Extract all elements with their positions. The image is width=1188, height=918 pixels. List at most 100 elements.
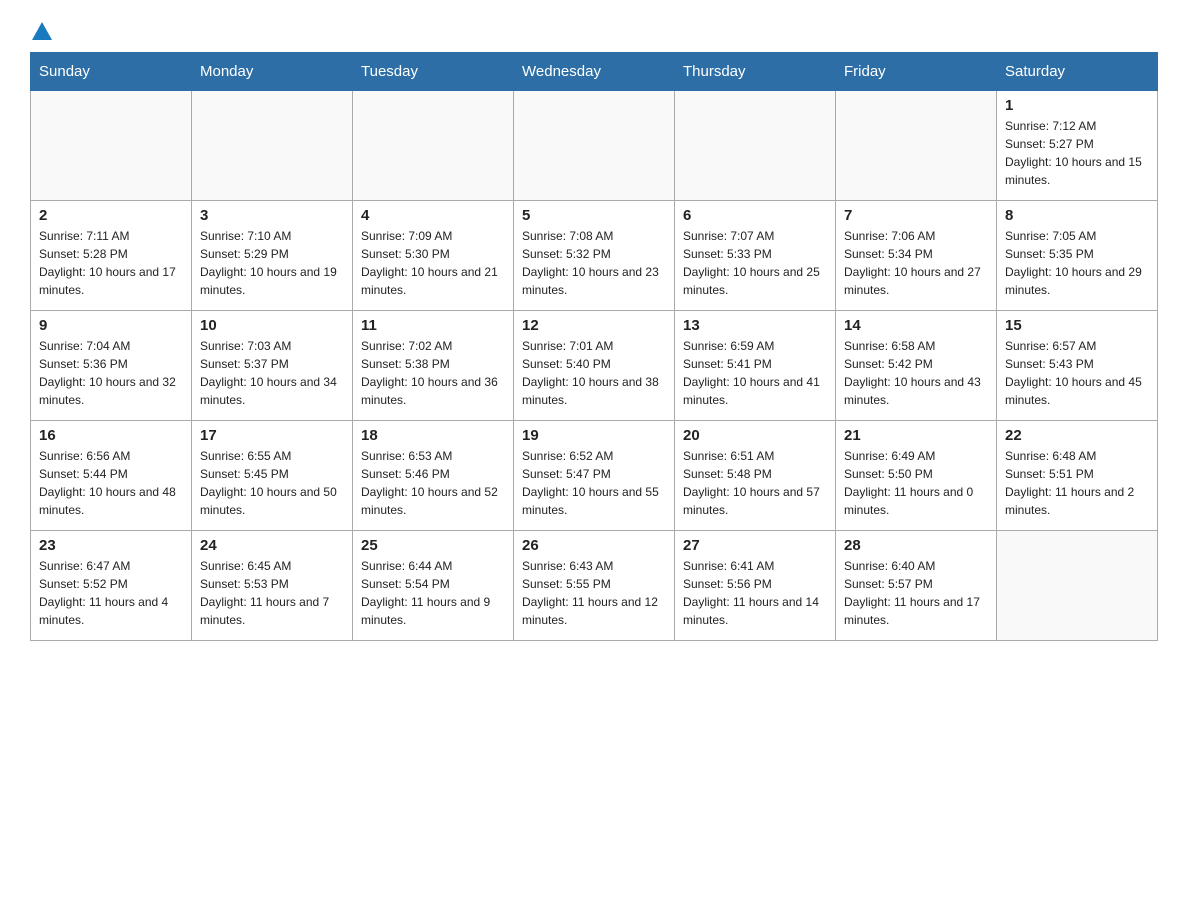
day-info: Sunrise: 6:49 AMSunset: 5:50 PMDaylight:… <box>844 447 988 519</box>
table-row: 9 Sunrise: 7:04 AMSunset: 5:36 PMDaylight… <box>31 311 192 421</box>
col-wednesday: Wednesday <box>514 53 675 91</box>
day-info: Sunrise: 6:59 AMSunset: 5:41 PMDaylight:… <box>683 337 827 409</box>
calendar-week-row: 16 Sunrise: 6:56 AMSunset: 5:44 PMDayligh… <box>31 421 1158 531</box>
day-number: 18 <box>361 427 505 444</box>
day-number: 21 <box>844 427 988 444</box>
col-monday: Monday <box>192 53 353 91</box>
calendar-header-row: Sunday Monday Tuesday Wednesday Thursday… <box>31 53 1158 91</box>
table-row: 17 Sunrise: 6:55 AMSunset: 5:45 PMDayligh… <box>192 421 353 531</box>
col-tuesday: Tuesday <box>353 53 514 91</box>
table-row: 19Sunrise: 6:52 AMSunset: 5:47 PMDayligh… <box>514 421 675 531</box>
day-info: Sunrise: 6:58 AMSunset: 5:42 PMDaylight:… <box>844 337 988 409</box>
day-number: 3 <box>200 207 344 224</box>
table-row <box>675 91 836 201</box>
day-number: 19 <box>522 427 666 444</box>
day-info: Sunrise: 7:07 AMSunset: 5:33 PMDaylight:… <box>683 227 827 299</box>
day-number: 9 <box>39 317 183 334</box>
page-header <box>30 20 1158 42</box>
table-row: 21 Sunrise: 6:49 AMSunset: 5:50 PMDayligh… <box>836 421 997 531</box>
table-row: 15 Sunrise: 6:57 AMSunset: 5:43 PMDayligh… <box>997 311 1158 421</box>
day-info: Sunrise: 7:05 AMSunset: 5:35 PMDaylight:… <box>1005 227 1149 299</box>
day-info: Sunrise: 7:02 AMSunset: 5:38 PMDaylight:… <box>361 337 505 409</box>
day-info: Sunrise: 7:12 AMSunset: 5:27 PMDaylight:… <box>1005 117 1149 189</box>
table-row: 6 Sunrise: 7:07 AMSunset: 5:33 PMDaylight… <box>675 201 836 311</box>
calendar-week-row: 1 Sunrise: 7:12 AMSunset: 5:27 PMDaylight… <box>31 91 1158 201</box>
day-number: 24 <box>200 537 344 554</box>
day-info: Sunrise: 6:53 AMSunset: 5:46 PMDaylight:… <box>361 447 505 519</box>
day-number: 22 <box>1005 427 1149 444</box>
day-number: 1 <box>1005 97 1149 114</box>
table-row: 8 Sunrise: 7:05 AMSunset: 5:35 PMDaylight… <box>997 201 1158 311</box>
day-info: Sunrise: 6:40 AMSunset: 5:57 PMDaylight:… <box>844 557 988 629</box>
table-row: 18 Sunrise: 6:53 AMSunset: 5:46 PMDayligh… <box>353 421 514 531</box>
table-row: 10 Sunrise: 7:03 AMSunset: 5:37 PMDayligh… <box>192 311 353 421</box>
day-info: Sunrise: 7:03 AMSunset: 5:37 PMDaylight:… <box>200 337 344 409</box>
day-number: 5 <box>522 207 666 224</box>
col-friday: Friday <box>836 53 997 91</box>
day-info: Sunrise: 6:56 AMSunset: 5:44 PMDaylight:… <box>39 447 183 519</box>
table-row <box>31 91 192 201</box>
day-number: 20 <box>683 427 827 444</box>
day-info: Sunrise: 6:44 AMSunset: 5:54 PMDaylight:… <box>361 557 505 629</box>
day-info: Sunrise: 6:41 AMSunset: 5:56 PMDaylight:… <box>683 557 827 629</box>
calendar-week-row: 23 Sunrise: 6:47 AMSunset: 5:52 PMDayligh… <box>31 531 1158 641</box>
day-number: 14 <box>844 317 988 334</box>
table-row: 16 Sunrise: 6:56 AMSunset: 5:44 PMDayligh… <box>31 421 192 531</box>
table-row: 2 Sunrise: 7:11 AMSunset: 5:28 PMDaylight… <box>31 201 192 311</box>
calendar-table: Sunday Monday Tuesday Wednesday Thursday… <box>30 52 1158 641</box>
table-row: 12 Sunrise: 7:01 AMSunset: 5:40 PMDayligh… <box>514 311 675 421</box>
day-info: Sunrise: 7:08 AMSunset: 5:32 PMDaylight:… <box>522 227 666 299</box>
day-info: Sunrise: 6:55 AMSunset: 5:45 PMDaylight:… <box>200 447 344 519</box>
col-sunday: Sunday <box>31 53 192 91</box>
table-row: 22 Sunrise: 6:48 AMSunset: 5:51 PMDayligh… <box>997 421 1158 531</box>
day-info: Sunrise: 7:06 AMSunset: 5:34 PMDaylight:… <box>844 227 988 299</box>
day-info: Sunrise: 6:47 AMSunset: 5:52 PMDaylight:… <box>39 557 183 629</box>
table-row: 13 Sunrise: 6:59 AMSunset: 5:41 PMDayligh… <box>675 311 836 421</box>
day-number: 2 <box>39 207 183 224</box>
logo <box>30 20 52 42</box>
table-row: 26 Sunrise: 6:43 AMSunset: 5:55 PMDayligh… <box>514 531 675 641</box>
calendar-week-row: 9 Sunrise: 7:04 AMSunset: 5:36 PMDaylight… <box>31 311 1158 421</box>
day-info: Sunrise: 6:43 AMSunset: 5:55 PMDaylight:… <box>522 557 666 629</box>
day-number: 13 <box>683 317 827 334</box>
table-row: 5 Sunrise: 7:08 AMSunset: 5:32 PMDaylight… <box>514 201 675 311</box>
table-row: 28 Sunrise: 6:40 AMSunset: 5:57 PMDayligh… <box>836 531 997 641</box>
table-row: 24Sunrise: 6:45 AMSunset: 5:53 PMDayligh… <box>192 531 353 641</box>
day-info: Sunrise: 6:57 AMSunset: 5:43 PMDaylight:… <box>1005 337 1149 409</box>
table-row <box>836 91 997 201</box>
table-row <box>997 531 1158 641</box>
day-number: 27 <box>683 537 827 554</box>
day-number: 26 <box>522 537 666 554</box>
day-number: 4 <box>361 207 505 224</box>
table-row: 27 Sunrise: 6:41 AMSunset: 5:56 PMDayligh… <box>675 531 836 641</box>
day-number: 17 <box>200 427 344 444</box>
table-row: 20Sunrise: 6:51 AMSunset: 5:48 PMDayligh… <box>675 421 836 531</box>
day-info: Sunrise: 7:09 AMSunset: 5:30 PMDaylight:… <box>361 227 505 299</box>
day-info: Sunrise: 7:04 AMSunset: 5:36 PMDaylight:… <box>39 337 183 409</box>
day-info: Sunrise: 6:48 AMSunset: 5:51 PMDaylight:… <box>1005 447 1149 519</box>
day-number: 7 <box>844 207 988 224</box>
day-number: 8 <box>1005 207 1149 224</box>
table-row <box>353 91 514 201</box>
day-number: 10 <box>200 317 344 334</box>
table-row: 4 Sunrise: 7:09 AMSunset: 5:30 PMDaylight… <box>353 201 514 311</box>
logo-triangle-icon <box>32 20 52 42</box>
day-number: 6 <box>683 207 827 224</box>
day-info: Sunrise: 7:01 AMSunset: 5:40 PMDaylight:… <box>522 337 666 409</box>
table-row: 14 Sunrise: 6:58 AMSunset: 5:42 PMDayligh… <box>836 311 997 421</box>
day-info: Sunrise: 7:10 AMSunset: 5:29 PMDaylight:… <box>200 227 344 299</box>
day-info: Sunrise: 7:11 AMSunset: 5:28 PMDaylight:… <box>39 227 183 299</box>
table-row: 3 Sunrise: 7:10 AMSunset: 5:29 PMDaylight… <box>192 201 353 311</box>
day-number: 15 <box>1005 317 1149 334</box>
day-number: 12 <box>522 317 666 334</box>
table-row: 7 Sunrise: 7:06 AMSunset: 5:34 PMDaylight… <box>836 201 997 311</box>
table-row: 1 Sunrise: 7:12 AMSunset: 5:27 PMDaylight… <box>997 91 1158 201</box>
day-number: 28 <box>844 537 988 554</box>
table-row: 23 Sunrise: 6:47 AMSunset: 5:52 PMDayligh… <box>31 531 192 641</box>
table-row: 11Sunrise: 7:02 AMSunset: 5:38 PMDayligh… <box>353 311 514 421</box>
calendar-week-row: 2 Sunrise: 7:11 AMSunset: 5:28 PMDaylight… <box>31 201 1158 311</box>
table-row <box>514 91 675 201</box>
col-saturday: Saturday <box>997 53 1158 91</box>
day-number: 23 <box>39 537 183 554</box>
day-number: 16 <box>39 427 183 444</box>
